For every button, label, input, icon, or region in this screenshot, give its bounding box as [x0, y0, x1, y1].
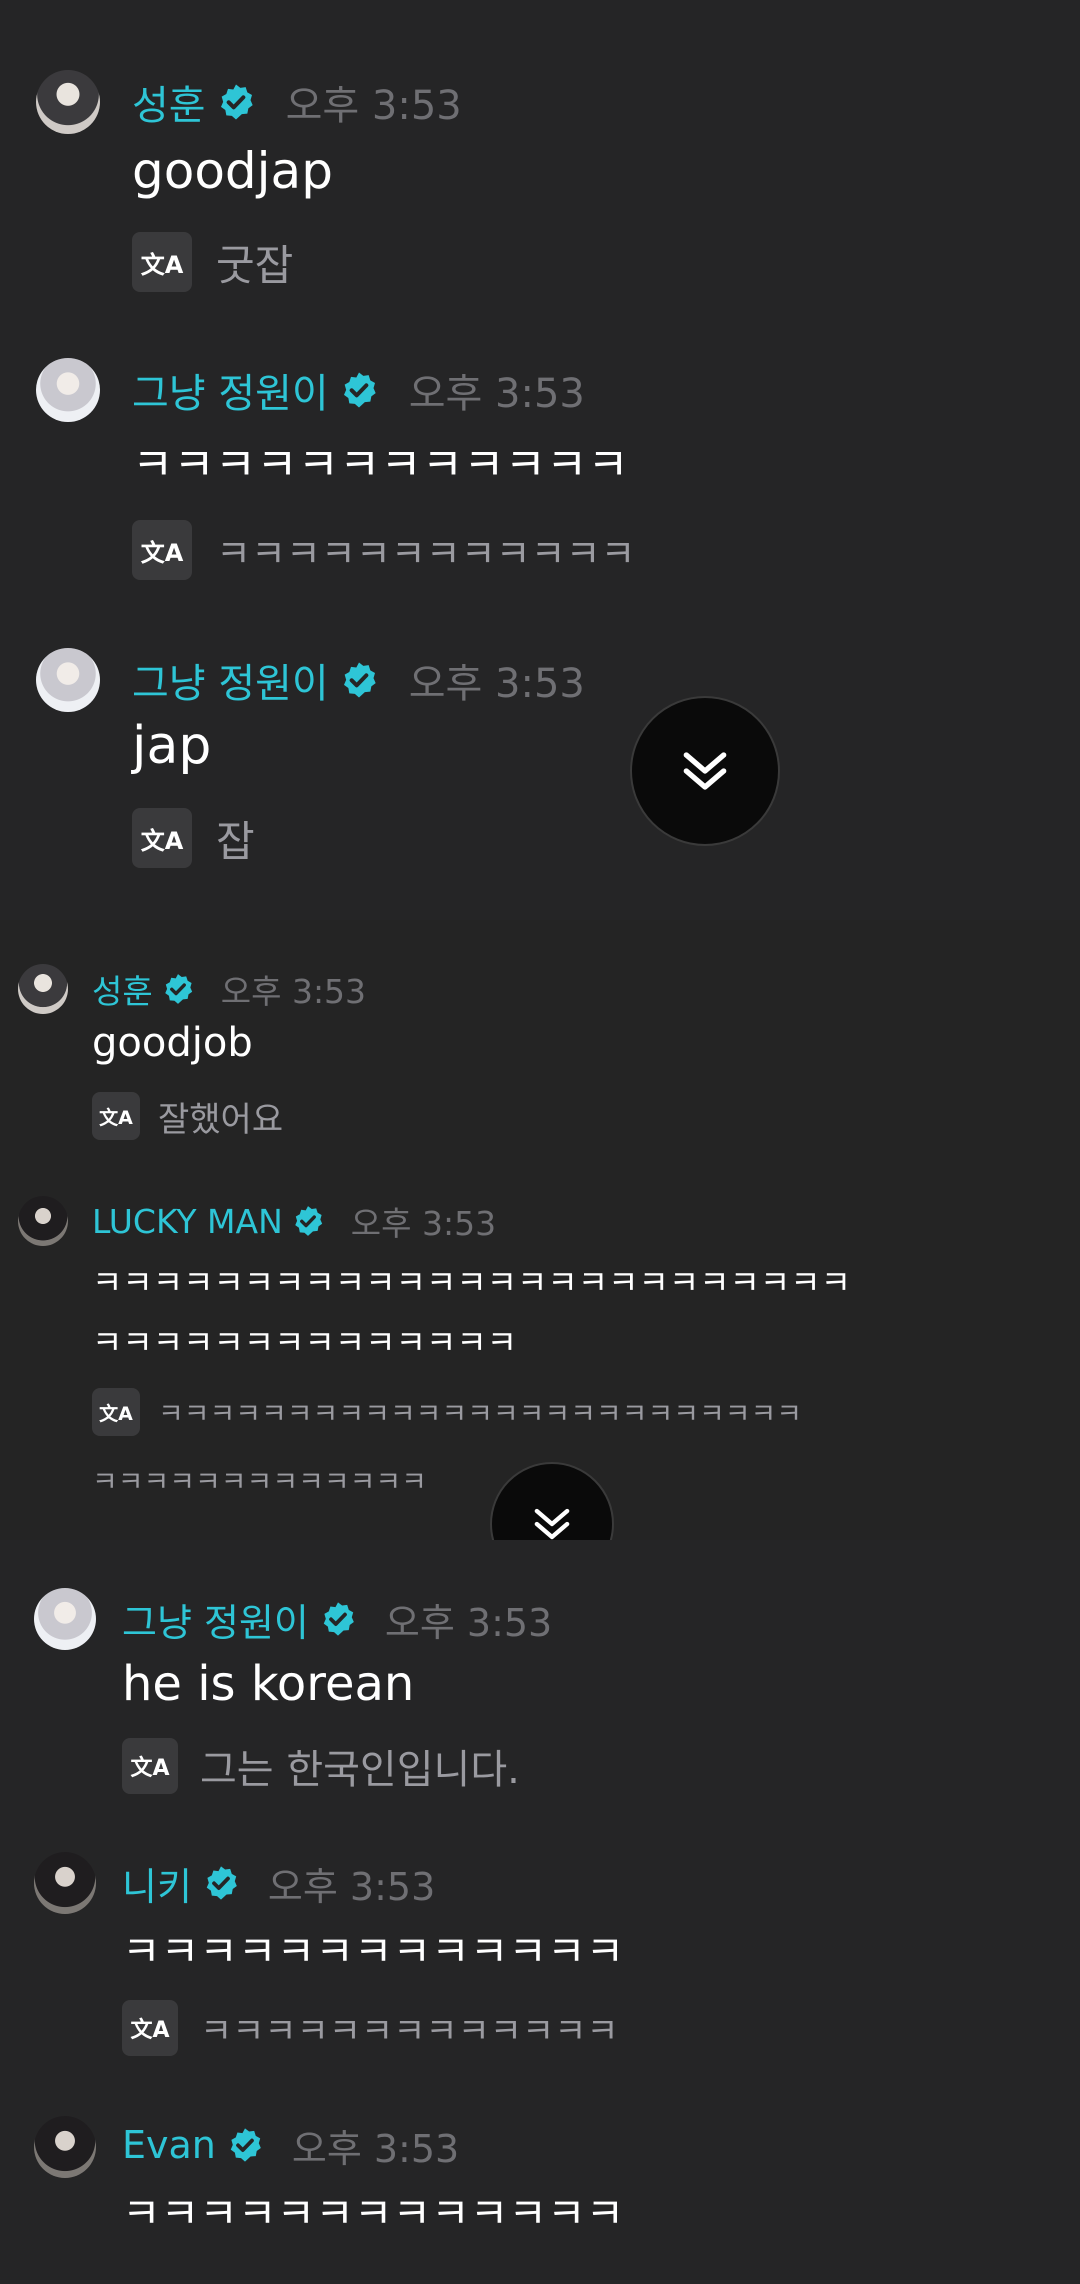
verified-badge-icon	[164, 974, 192, 1004]
avatar[interactable]	[34, 1588, 96, 1650]
chat-panel-3: 그냥 정원이 오후 3:53 he is korean 文A 그는 한국인입니다…	[0, 1540, 1080, 2284]
author-name[interactable]: Evan	[122, 2123, 216, 2167]
message-text[interactable]: ㅋㅋㅋㅋㅋㅋㅋㅋㅋㅋㅋㅋㅋ	[122, 2180, 624, 2241]
chat-panel-1: 성훈 오후 3:53 goodjap 文A 굿잡 그냥 정원이 오후 3:53 …	[0, 0, 1080, 920]
message-text-line-2[interactable]: ㅋㅋㅋㅋㅋㅋㅋㅋㅋㅋㅋㅋㅋㅋ	[92, 1316, 517, 1364]
translate-icon[interactable]: 文A	[132, 232, 192, 292]
avatar[interactable]	[36, 358, 100, 422]
message-text[interactable]: jap	[132, 716, 211, 776]
translation-text: 잡	[216, 816, 255, 866]
translate-icon[interactable]: 文A	[92, 1388, 140, 1436]
author-name[interactable]: 성훈	[132, 73, 206, 131]
scroll-to-bottom-button[interactable]	[490, 1462, 614, 1540]
message-text[interactable]: ㅋㅋㅋㅋㅋㅋㅋㅋㅋㅋㅋㅋ	[132, 428, 629, 493]
translation-text: 잘했어요	[158, 1099, 284, 1140]
translate-icon[interactable]: 文A	[122, 1738, 178, 1794]
chat-panel-2: 성훈 오후 3:53 goodjob 文A 잘했어요 LUCKY MAN 오후 …	[0, 920, 1080, 1540]
author-name[interactable]: 그냥 정원이	[132, 651, 329, 709]
message-text-line-1[interactable]: ㅋㅋㅋㅋㅋㅋㅋㅋㅋㅋㅋㅋㅋㅋㅋㅋㅋㅋㅋㅋㅋㅋㅋㅋㅋ	[92, 1256, 851, 1304]
author-name[interactable]: 그냥 정원이	[122, 1592, 309, 1647]
avatar[interactable]	[34, 1852, 96, 1914]
translation-text: ㅋㅋㅋㅋㅋㅋㅋㅋㅋㅋㅋㅋㅋ	[200, 2011, 619, 2052]
verified-badge-icon	[220, 84, 253, 120]
timestamp: 오후 3:53	[267, 1864, 436, 1909]
timestamp: 오후 3:53	[220, 972, 367, 1011]
avatar[interactable]	[36, 70, 100, 134]
author-name[interactable]: LUCKY MAN	[92, 1202, 283, 1241]
translation-text-line-2: ㅋㅋㅋㅋㅋㅋㅋㅋㅋㅋㅋㅋㅋ	[92, 1465, 427, 1498]
verified-badge-icon	[323, 1602, 354, 1636]
translate-icon[interactable]: 文A	[132, 808, 192, 868]
author-name[interactable]: 성훈	[92, 965, 153, 1013]
translate-icon[interactable]: 文A	[92, 1092, 140, 1140]
timestamp: 오후 3:53	[384, 1600, 553, 1645]
avatar[interactable]	[36, 648, 100, 712]
chevrons-down-icon	[683, 752, 727, 790]
verified-badge-icon	[343, 662, 376, 698]
scroll-to-bottom-button[interactable]	[630, 696, 780, 846]
translation-text: 그는 한국인입니다.	[200, 1747, 520, 1793]
avatar[interactable]	[18, 1196, 68, 1246]
verified-badge-icon	[295, 1206, 322, 1236]
message-text[interactable]: ㅋㅋㅋㅋㅋㅋㅋㅋㅋㅋㅋㅋㅋ	[122, 1918, 624, 1979]
timestamp: 오후 3:53	[285, 83, 462, 129]
timestamp: 오후 3:53	[291, 2126, 460, 2171]
chevrons-down-icon	[534, 1508, 570, 1540]
translation-text: ㅋㅋㅋㅋㅋㅋㅋㅋㅋㅋㅋㅋ	[216, 531, 636, 576]
avatar[interactable]	[18, 964, 68, 1014]
timestamp: 오후 3:53	[408, 661, 585, 707]
translation-text-line-1: ㅋㅋㅋㅋㅋㅋㅋㅋㅋㅋㅋㅋㅋㅋㅋㅋㅋㅋㅋㅋㅋㅋㅋㅋㅋ	[158, 1397, 803, 1430]
translation-text: 굿잡	[216, 240, 294, 290]
message-text[interactable]: goodjob	[92, 1020, 253, 1066]
author-name[interactable]: 그냥 정원이	[132, 361, 329, 419]
timestamp: 오후 3:53	[350, 1204, 497, 1243]
author-name[interactable]: 니키	[122, 1856, 192, 1911]
translate-icon[interactable]: 文A	[132, 520, 192, 580]
avatar[interactable]	[34, 2116, 96, 2178]
verified-badge-icon	[206, 1866, 237, 1900]
message-text[interactable]: he is korean	[122, 1656, 414, 1712]
translate-icon[interactable]: 文A	[122, 2000, 178, 2056]
message-text[interactable]: goodjap	[132, 142, 333, 200]
verified-badge-icon	[230, 2128, 261, 2162]
verified-badge-icon	[343, 372, 376, 408]
timestamp: 오후 3:53	[408, 371, 585, 417]
